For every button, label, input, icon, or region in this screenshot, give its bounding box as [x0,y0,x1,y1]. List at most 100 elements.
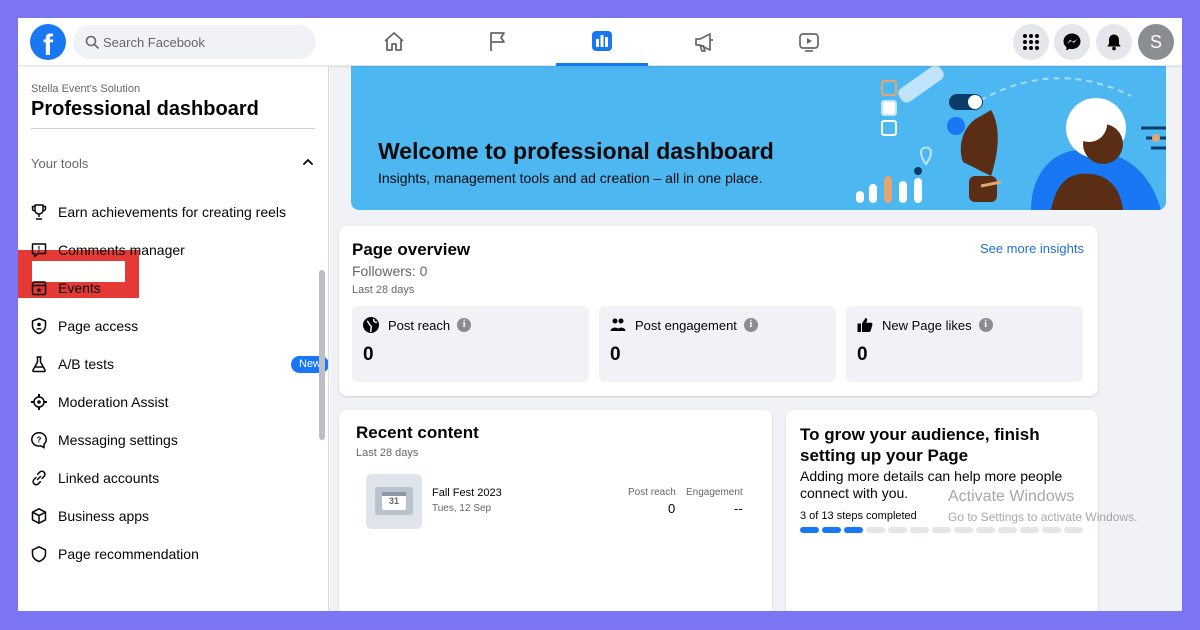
metric-post-reach[interactable]: Post reach i 0 [352,306,589,382]
sidebar-item-label: Linked accounts [58,470,160,486]
profile-avatar[interactable]: S [1138,24,1174,60]
tab-ads[interactable] [659,18,751,66]
sidebar-item-achievements[interactable]: Earn achievements for creating reels [28,197,318,227]
post-reach-header: Post reach [628,487,676,498]
sidebar-item-linked-accounts[interactable]: Linked accounts [28,463,318,493]
metric-post-engagement[interactable]: Post engagement i 0 [599,306,836,382]
step-bar [954,527,973,533]
tab-watch[interactable] [763,18,855,66]
shield-icon [28,315,50,337]
home-icon [384,32,404,51]
info-icon[interactable]: i [743,318,758,332]
globe-icon [362,316,380,334]
tab-pages[interactable] [452,18,544,66]
followers-count: Followers: 0 [352,263,428,279]
sidebar-item-label: Messaging settings [58,432,178,448]
sidebar-item-label: Earn achievements for creating reels [58,204,286,220]
sidebar-item-business-apps[interactable]: Business apps [28,501,318,531]
engagement-value: -- [734,501,743,516]
megaphone-icon [695,33,713,52]
engagement-header: Engagement [686,487,743,498]
step-bar [844,527,863,533]
messenger-button[interactable] [1054,24,1090,60]
sidebar-scrollbar[interactable] [319,270,325,440]
overview-title: Page overview [352,240,471,259]
flask-icon [28,353,50,375]
sidebar-item-events[interactable]: Events [28,273,318,303]
comment-icon: ! [28,239,50,261]
info-icon[interactable]: i [457,318,472,332]
banner-subtitle: Insights, management tools and ad creati… [378,170,763,186]
info-icon[interactable]: i [978,318,993,332]
search-icon [85,35,99,49]
step-bar [910,527,929,533]
message-settings-icon: ? [28,429,50,451]
sidebar-item-page-recommendation[interactable]: Page recommendation [28,539,318,569]
sidebar-item-page-access[interactable]: Page access [28,311,318,341]
page-overview-card: Page overview See more insights Follower… [339,226,1098,396]
steps-completed: 3 of 13 steps completed [800,510,917,522]
sidebar-item-label: Comments manager [58,242,185,258]
step-bar [1042,527,1061,533]
sidebar-item-ab-tests[interactable]: A/B tests New [28,349,328,379]
recent-content-card: Recent content Last 28 days 31 Fall Fest… [339,410,772,611]
divider [31,128,315,129]
step-bar [822,527,841,533]
event-thumbnail[interactable]: 31 [366,474,422,529]
menu-button[interactable] [1013,24,1049,60]
step-bar [998,527,1017,533]
link-icon [28,467,50,489]
metric-new-page-likes[interactable]: New Page likes i 0 [846,306,1083,382]
dashboard-icon [592,30,612,51]
sidebar-item-label: Moderation Assist [58,394,169,410]
gear-icon [28,391,50,413]
tab-professional-dashboard[interactable] [556,18,648,66]
overview-period: Last 28 days [352,284,415,296]
main-content: Welcome to professional dashboard Insigh… [330,66,1182,611]
facebook-logo[interactable]: f [30,24,66,60]
notifications-button[interactable] [1096,24,1132,60]
calendar-icon [28,277,50,299]
sidebar: Stella Event's Solution Professional das… [18,66,329,611]
event-name[interactable]: Fall Fest 2023 [432,487,502,499]
metric-label: Post engagement [635,317,737,333]
step-bar [1020,527,1039,533]
search-input[interactable] [103,25,303,59]
tab-home[interactable] [348,18,440,66]
sidebar-item-label: A/B tests [58,356,115,372]
recent-content-title: Recent content [356,423,479,442]
step-bar [1064,527,1083,533]
step-bar [888,527,907,533]
see-more-insights-link[interactable]: See more insights [980,241,1084,256]
sidebar-item-label: Events [58,280,101,296]
step-bar [976,527,995,533]
step-bar [800,527,819,533]
search-box[interactable] [73,25,316,59]
bell-icon [1107,34,1121,51]
flag-icon [490,32,505,51]
metric-label: New Page likes [882,317,972,333]
video-icon [799,33,819,52]
section-label-your-tools: Your tools [31,156,89,171]
sidebar-item-label: Page access [58,318,139,334]
activate-windows-subtitle: Go to Settings to activate Windows. [948,510,1138,524]
sidebar-item-label: Page recommendation [58,546,199,562]
screenshot-frame: f S Stella Event's S [18,18,1182,611]
metric-value: 0 [363,344,374,365]
grid-menu-icon [1023,34,1039,50]
welcome-banner: Welcome to professional dashboard Insigh… [351,66,1166,210]
chevron-up-icon[interactable] [302,157,314,167]
thumbs-up-icon [856,316,874,334]
messenger-icon [1063,33,1081,51]
activate-windows-title: Activate Windows [948,488,1075,505]
post-reach-value: 0 [668,501,676,516]
sidebar-item-moderation-assist[interactable]: Moderation Assist [28,387,318,417]
recommend-icon [28,543,50,565]
event-date: Tues, 12 Sep [432,503,492,514]
trophy-icon [28,201,50,223]
metric-label: Post reach [388,317,451,333]
sidebar-item-comments-manager[interactable]: ! Comments manager [28,235,318,265]
top-bar: f S [18,18,1182,66]
sidebar-item-messaging-settings[interactable]: ? Messaging settings [28,425,318,455]
step-bar [866,527,885,533]
